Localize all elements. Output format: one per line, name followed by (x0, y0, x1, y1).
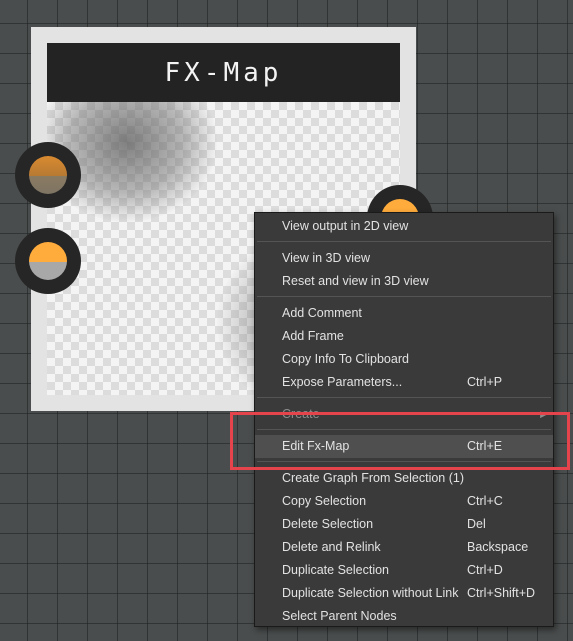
menu-item-shortcut: Ctrl+Shift+D (467, 586, 536, 600)
menu-item-label: Copy Info To Clipboard (282, 352, 409, 366)
menu-item-label: View output in 2D view (282, 219, 409, 233)
menu-item-copy-info[interactable]: Copy Info To Clipboard (255, 348, 553, 371)
menu-separator (257, 397, 551, 398)
menu-item-copy-selection[interactable]: Copy Selection Ctrl+C (255, 490, 553, 513)
menu-item-label: View in 3D view (282, 251, 371, 265)
port-circle-icon (29, 156, 67, 194)
menu-item-label: Reset and view in 3D view (282, 274, 429, 288)
menu-separator (257, 296, 551, 297)
menu-item-label: Add Frame (282, 329, 344, 343)
menu-item-label: Add Comment (282, 306, 362, 320)
node-title: FX-Map (47, 43, 400, 102)
highlight-annotation-box (230, 412, 570, 470)
menu-item-select-parent[interactable]: Select Parent Nodes (255, 605, 553, 628)
input-port-1[interactable] (15, 142, 81, 208)
menu-item-duplicate-selection[interactable]: Duplicate Selection Ctrl+D (255, 559, 553, 582)
menu-item-add-frame[interactable]: Add Frame (255, 325, 553, 348)
menu-item-shortcut: Del (467, 517, 486, 531)
menu-item-duplicate-no-link[interactable]: Duplicate Selection without Link Ctrl+Sh… (255, 582, 553, 605)
menu-item-label: Duplicate Selection without Link (282, 586, 459, 600)
menu-item-shortcut: Ctrl+P (467, 375, 503, 389)
menu-item-create-graph[interactable]: Create Graph From Selection (1) (255, 467, 553, 490)
menu-item-shortcut: Backspace (467, 540, 529, 554)
menu-item-label: Expose Parameters... (282, 375, 403, 389)
menu-separator (257, 241, 551, 242)
menu-item-label: Duplicate Selection (282, 563, 390, 577)
menu-item-label: Delete Selection (282, 517, 374, 531)
menu-item-label: Create Graph From Selection (1) (282, 471, 465, 485)
menu-item-shortcut: Ctrl+D (467, 563, 503, 577)
menu-item-shortcut: Ctrl+C (467, 494, 503, 508)
menu-item-view-3d[interactable]: View in 3D view (255, 247, 553, 270)
port-circle-icon (29, 242, 67, 280)
menu-item-reset-view-3d[interactable]: Reset and view in 3D view (255, 270, 553, 293)
input-port-2[interactable] (15, 228, 81, 294)
menu-item-label: Copy Selection (282, 494, 367, 508)
menu-item-label: Delete and Relink (282, 540, 381, 554)
menu-item-label: Select Parent Nodes (282, 609, 397, 623)
menu-item-delete-relink[interactable]: Delete and Relink Backspace (255, 536, 553, 559)
menu-item-expose-parameters[interactable]: Expose Parameters... Ctrl+P (255, 371, 553, 394)
menu-item-add-comment[interactable]: Add Comment (255, 302, 553, 325)
menu-item-delete-selection[interactable]: Delete Selection Del (255, 513, 553, 536)
menu-item-view-output-2d[interactable]: View output in 2D view (255, 215, 553, 238)
